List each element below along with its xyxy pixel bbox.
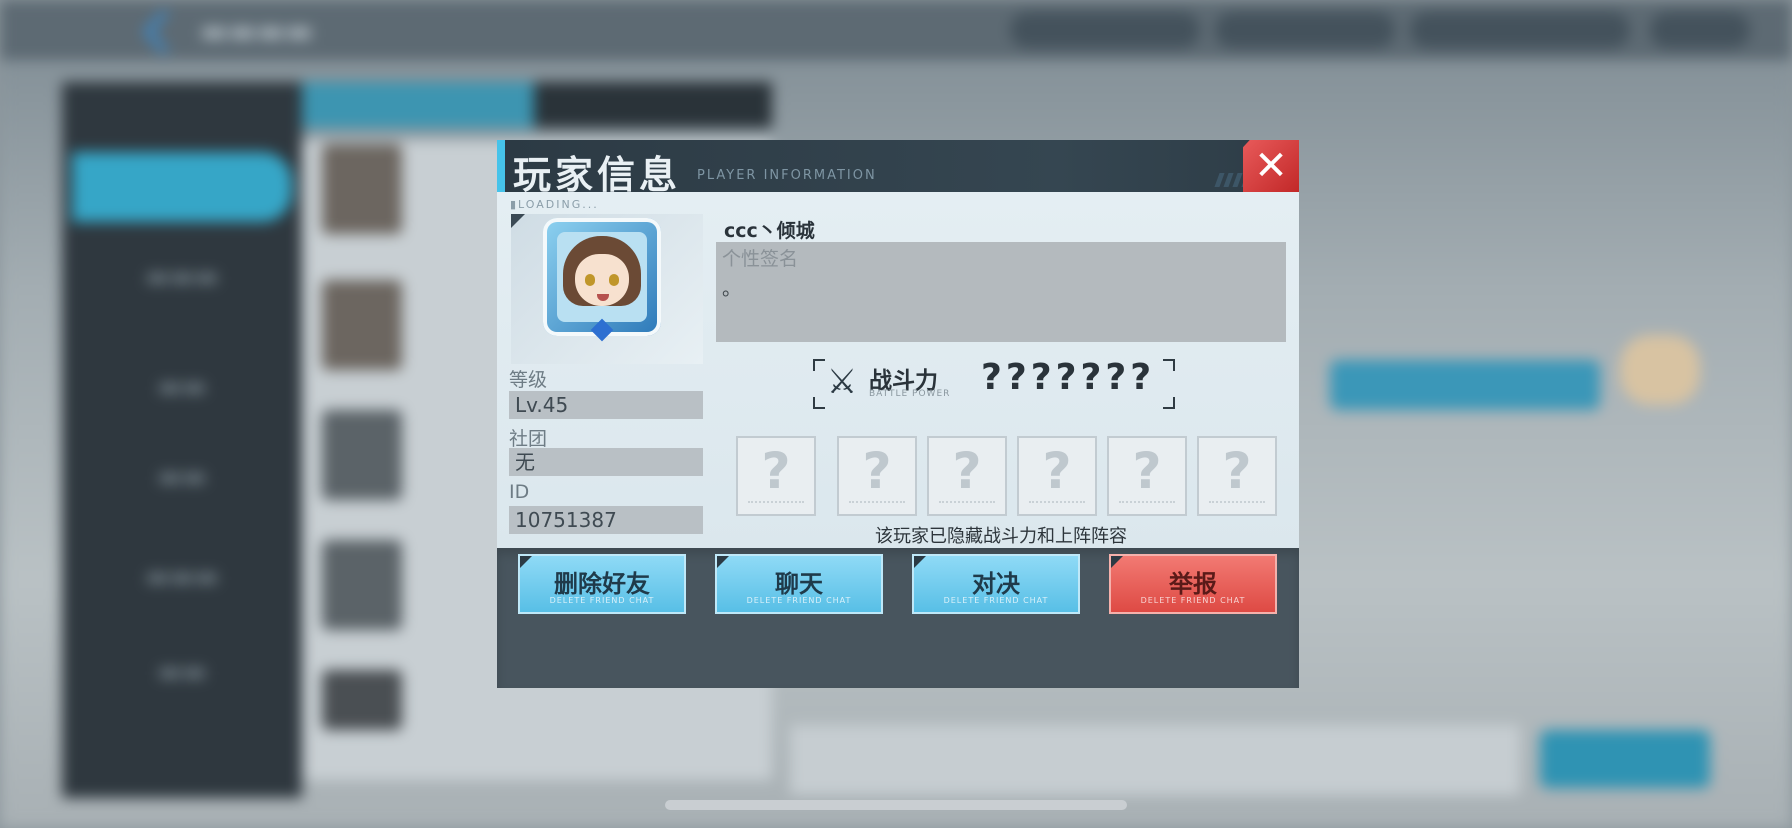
background-tab-selected — [302, 82, 534, 128]
lineup-slot: ? — [1197, 436, 1277, 516]
background-resource — [1650, 12, 1750, 48]
background-list-avatar — [322, 280, 402, 370]
loading-indicator: ▮LOADING... — [510, 198, 599, 211]
duel-label: 对决 — [972, 570, 1020, 598]
club-value: 无 — [509, 448, 703, 476]
signature-box: 个性签名 。 — [716, 242, 1286, 342]
background-button — [1540, 730, 1710, 788]
id-label: ID — [509, 481, 530, 503]
dialog-header: 玩家信息 PLAYER INFORMATION ✕ — [497, 140, 1299, 197]
avatar-frame — [511, 214, 703, 364]
player-info-dialog: 玩家信息 PLAYER INFORMATION ✕ ▮LOADING... 等级 — [497, 140, 1299, 688]
home-indicator[interactable] — [665, 800, 1127, 810]
hidden-lineup-note: 该玩家已隐藏战斗力和上阵阵容 — [875, 526, 1127, 547]
player-name: ccc丶倾城 — [724, 220, 815, 242]
avatar[interactable] — [543, 218, 661, 342]
dialog-subtitle: PLAYER INFORMATION — [697, 168, 877, 183]
lineup-slot: ? — [1107, 436, 1187, 516]
signature-text: 。 — [722, 278, 742, 300]
delete-friend-label: 删除好友 — [554, 570, 650, 598]
club-label: 社团 — [509, 428, 548, 450]
background-list-avatar — [322, 540, 402, 630]
lineup-slot: ? — [736, 436, 816, 516]
level-value: Lv.45 — [509, 391, 703, 419]
background-sidebar-item: ▬▬ — [157, 372, 207, 402]
dialog-title: 玩家信息 — [513, 153, 682, 197]
lineup-slot: ? — [1017, 436, 1097, 516]
battle-power-sublabel: BATTLE POWER — [869, 389, 951, 399]
background-input — [790, 725, 1520, 795]
close-icon: ✕ — [1254, 143, 1288, 189]
level-label: 等级 — [509, 369, 548, 391]
background-sidebar-item: ▬▬▬ — [145, 562, 219, 592]
header-accent-bar — [497, 140, 505, 192]
background-title: ▬▬▬▬ — [200, 14, 314, 49]
lineup-slot: ? — [837, 436, 917, 516]
crossed-swords-icon: ⚔ — [826, 362, 858, 402]
background-sidebar-item: ▬▬▬ — [145, 262, 219, 292]
background-tabs — [302, 82, 772, 128]
chat-label: 聊天 — [775, 570, 823, 598]
background-sidebar-item: ▬▬ — [157, 657, 207, 687]
background-sidebar: ▬▬▬ ▬▬ ▬▬ ▬▬▬ ▬▬ — [62, 82, 302, 798]
background-button — [1330, 360, 1600, 410]
duel-button[interactable]: 对决 DELETE FRIEND CHAT — [912, 554, 1080, 614]
background-resource — [1215, 12, 1395, 48]
background-sidebar-item: ▬▬ — [157, 462, 207, 492]
background-resource — [1410, 12, 1630, 48]
background-list-avatar — [322, 144, 402, 234]
delete-friend-button[interactable]: 删除好友 DELETE FRIEND CHAT — [518, 554, 686, 614]
close-button[interactable]: ✕ — [1243, 140, 1299, 192]
dialog-body: ▮LOADING... 等级 Lv.45 社团 无 ID 10751387 cc… — [497, 192, 1299, 548]
report-label: 举报 — [1169, 570, 1217, 598]
report-button[interactable]: 举报 DELETE FRIEND CHAT — [1109, 554, 1277, 614]
background-resource — [1010, 12, 1200, 48]
signature-label: 个性签名 — [722, 248, 799, 270]
background-avatar — [1620, 335, 1700, 405]
chat-button[interactable]: 聊天 DELETE FRIEND CHAT — [715, 554, 883, 614]
background-list-avatar — [322, 410, 402, 500]
battle-power-panel: ⚔ 战斗力 BATTLE POWER ??????? — [813, 357, 1175, 409]
background-list-avatar — [322, 670, 402, 730]
battle-power-value: ??????? — [981, 357, 1156, 398]
lineup-slot: ? — [927, 436, 1007, 516]
id-value: 10751387 — [509, 506, 703, 534]
background-sidebar-selected — [72, 152, 292, 222]
